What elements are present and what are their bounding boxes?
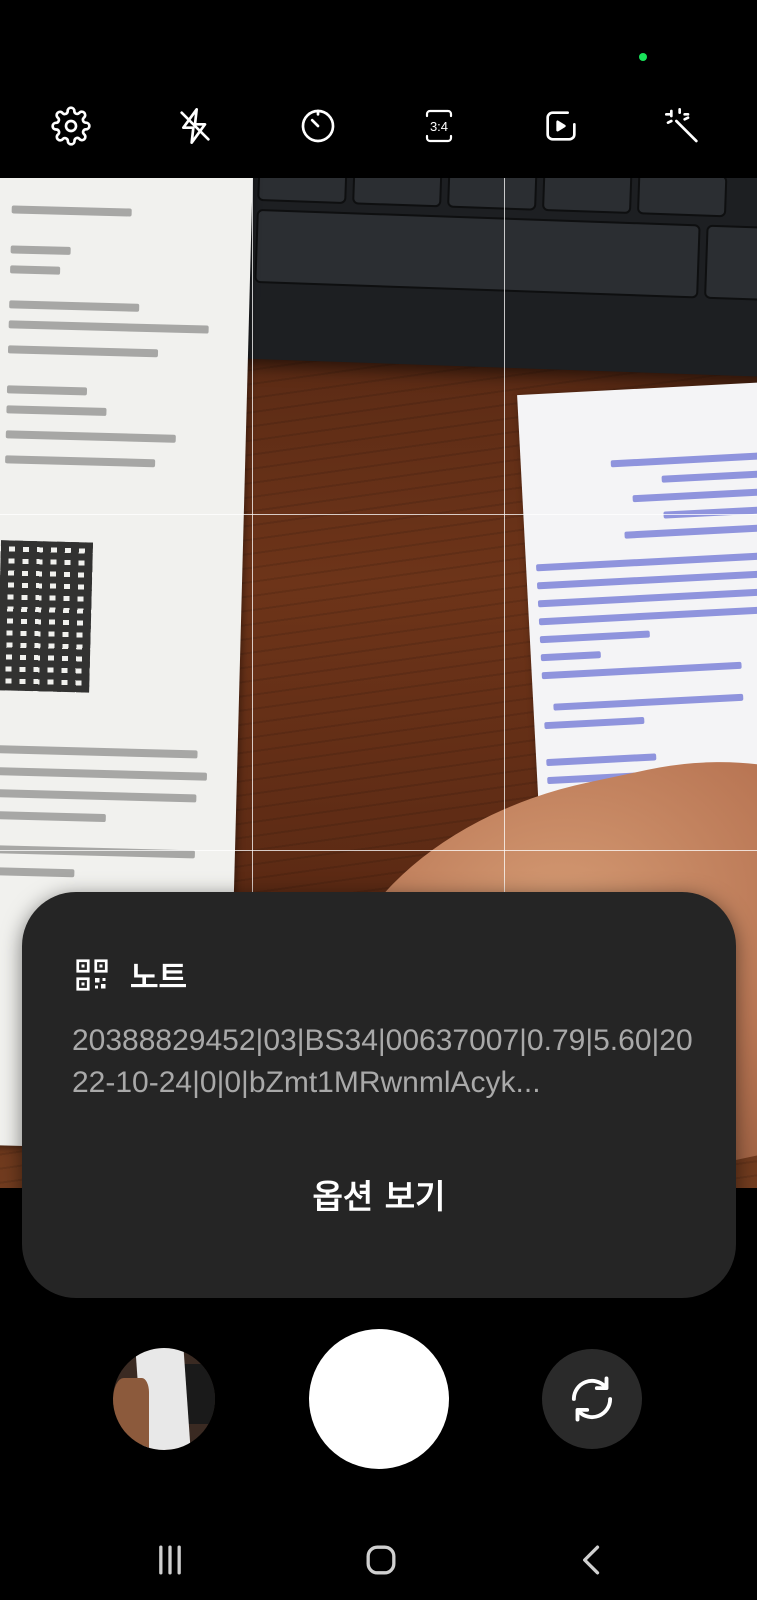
home-button[interactable]: [351, 1530, 411, 1590]
shutter-button[interactable]: [309, 1329, 449, 1469]
privacy-indicator-dot: [639, 53, 647, 61]
system-navigation-bar: [0, 1530, 757, 1590]
switch-camera-button[interactable]: [542, 1349, 642, 1449]
recent-apps-icon: [159, 1545, 181, 1575]
camera-screen: 3:4 노트 20388829452|03|BS34|00637007|0.79…: [0, 0, 757, 1600]
timer-button[interactable]: [290, 98, 346, 154]
aspect-ratio-button[interactable]: 3:4: [411, 98, 467, 154]
grid-line: [0, 850, 757, 851]
qr-result-card[interactable]: 노트 20388829452|03|BS34|00637007|0.79|5.6…: [22, 892, 736, 1298]
aspect-ratio-label: 3:4: [430, 119, 448, 134]
flash-off-icon: [180, 108, 210, 145]
receipt-qr-code-image: [0, 540, 94, 693]
home-icon: [366, 1545, 396, 1575]
settings-button[interactable]: [43, 98, 99, 154]
gallery-thumbnail[interactable]: [113, 1348, 215, 1450]
filters-button[interactable]: [655, 98, 711, 154]
motion-photo-icon: [546, 111, 576, 141]
magic-wand-icon: [665, 108, 698, 143]
back-button[interactable]: [562, 1530, 622, 1590]
grid-line: [0, 514, 757, 515]
qr-card-header: 노트: [74, 952, 187, 997]
gear-icon: [51, 106, 91, 146]
back-icon: [583, 1545, 600, 1575]
timer-icon: [301, 109, 335, 143]
keyboard-image: [231, 178, 757, 378]
switch-camera-icon: [571, 1376, 613, 1422]
thumbnail-hand: [113, 1378, 149, 1450]
view-options-button[interactable]: 옵션 보기: [22, 1170, 736, 1218]
flash-button[interactable]: [167, 98, 223, 154]
qr-code-icon: [76, 958, 108, 991]
qr-card-title: 노트: [130, 960, 188, 996]
aspect-ratio-icon: 3:4: [425, 109, 453, 143]
camera-top-toolbar: 3:4: [0, 98, 757, 154]
motion-photo-button[interactable]: [533, 98, 589, 154]
qr-card-content: 20388829452|03|BS34|00637007|0.79|5.60|2…: [72, 1024, 693, 1099]
recent-apps-button[interactable]: [140, 1530, 200, 1590]
